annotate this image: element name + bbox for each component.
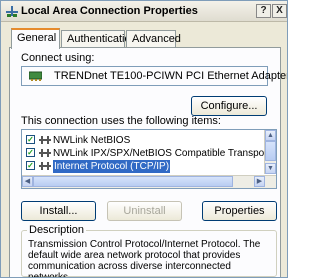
adapter-field: TRENDnet TE100-PCIWN PCI Ethernet Adapte… [21,66,287,86]
checkbox[interactable]: ✓ [26,148,35,157]
description-group: Description Transmission Control Protoco… [21,224,277,278]
close-button[interactable]: X [272,4,287,18]
description-text: Transmission Control Protocol/Internet P… [28,239,261,278]
tab-authentication[interactable]: Authentication [61,30,137,47]
scroll-down-icon[interactable]: ▼ [265,163,276,174]
tab-general[interactable]: General [11,28,60,49]
install-button[interactable]: Install... [21,201,96,221]
scroll-right-icon[interactable]: ▶ [254,176,265,187]
checkbox[interactable]: ✓ [26,161,35,170]
list-item-label: Internet Protocol (TCP/IP) [53,160,171,173]
scroll-left-icon[interactable]: ◀ [22,176,33,187]
description-title: Description [27,224,87,236]
tab-strip: General Authentication Advanced [9,28,279,49]
vertical-scroll-thumb[interactable] [265,141,276,161]
uninstall-button: Uninstall [107,201,182,221]
title-bar[interactable]: Local Area Connection Properties ? X [1,1,287,22]
list-item[interactable]: ✓ NWLink NetBIOS [22,134,260,147]
help-button[interactable]: ? [256,4,271,18]
vertical-scrollbar[interactable]: ▲ ▼ [264,130,276,174]
properties-window: Local Area Connection Properties ? X Gen… [0,0,288,278]
protocol-icon [39,149,51,157]
general-tab-panel: Connect using: TRENDnet TE100-PCIWN PCI … [9,47,287,278]
protocol-icon [39,136,51,144]
list-item-label: NWLink NetBIOS [53,135,131,146]
components-list[interactable]: ✓ NWLink NetBIOS ✓ NWLink IPX/SPX/NetBIO… [21,129,277,189]
components-label: This connection uses the following items… [21,115,221,127]
properties-button[interactable]: Properties [202,201,277,221]
scroll-up-icon[interactable]: ▲ [265,130,276,141]
list-item[interactable]: ✓ NWLink IPX/SPX/NetBIOS Compatible Tran… [22,147,276,160]
protocol-icon [39,162,51,170]
network-adapter-icon [29,71,42,81]
checkbox[interactable]: ✓ [26,135,35,144]
list-item-label: NWLink IPX/SPX/NetBIOS Compatible Transp… [53,148,277,159]
tab-advanced[interactable]: Advanced [126,30,181,47]
adapter-name: TRENDnet TE100-PCIWN PCI Ethernet Adapte… [54,70,288,82]
horizontal-scrollbar[interactable]: ◀ ▶ [22,175,276,188]
connect-using-label: Connect using: [21,52,95,64]
horizontal-scroll-thumb[interactable] [33,176,233,187]
configure-button[interactable]: Configure... [191,96,267,116]
network-connection-icon [6,6,18,17]
list-item[interactable]: ✓ Internet Protocol (TCP/IP) [22,160,260,173]
window-title: Local Area Connection Properties [21,5,198,17]
